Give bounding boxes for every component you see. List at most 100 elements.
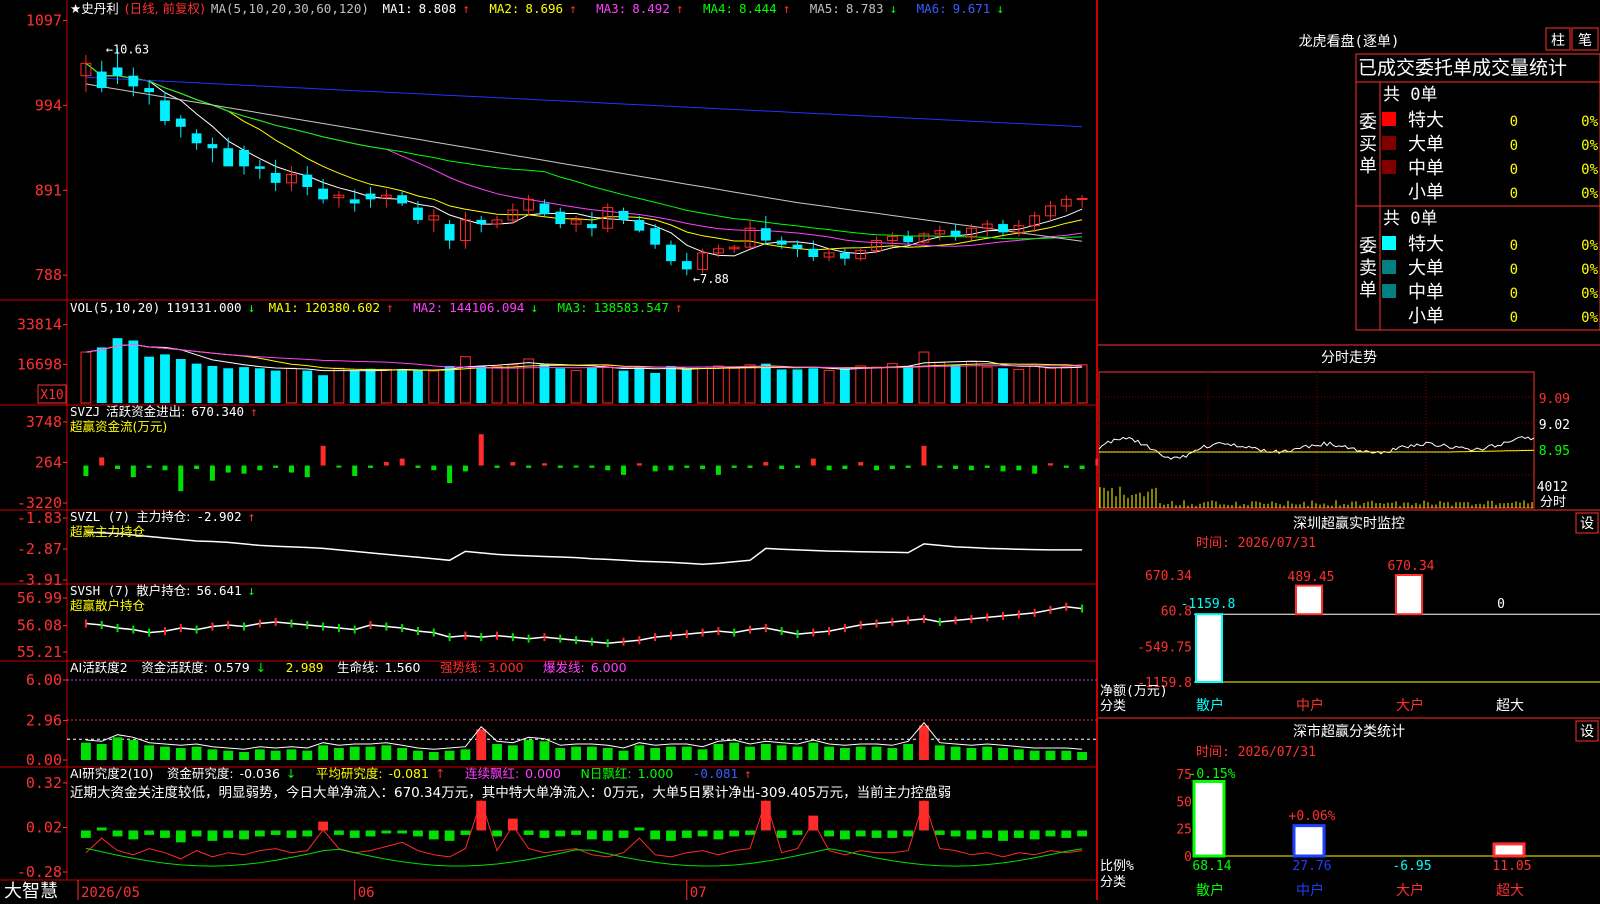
kline-svg[interactable]: 1097 994 891 788 ←10.63 ←7.88 33814 16698 X10 374… [0, 0, 1098, 900]
flow-bar [273, 466, 278, 468]
candle-down [318, 189, 328, 200]
vol-bar [935, 362, 945, 403]
monitor-val: -1159.8 [1181, 597, 1236, 612]
vol-bar [318, 375, 328, 403]
vol-bar [302, 371, 312, 403]
sell-label-char: 单 [1359, 280, 1377, 301]
research-bar [160, 830, 170, 837]
candle-down [793, 245, 803, 249]
research-bar [634, 828, 644, 831]
vol-bar [176, 359, 186, 403]
buy-row-count: 0 [1510, 186, 1518, 202]
vol-ma2-arrow: ↓ [530, 300, 538, 315]
ai2-research-arrow: ↓ [286, 766, 296, 781]
activity-bar [729, 743, 739, 760]
research-bar [97, 828, 107, 831]
research-bar [239, 830, 249, 839]
vol-bar [287, 368, 297, 403]
research-bar [524, 830, 534, 834]
flow-bar [985, 466, 990, 468]
flow-bar [653, 466, 658, 472]
buy-label-char: 委 [1359, 112, 1377, 133]
activity-bar [81, 743, 91, 760]
stats-val: 68.14 [1192, 859, 1231, 874]
vol-bar [729, 368, 739, 403]
main-chart-area[interactable]: 1097 994 891 788 ←10.63 ←7.88 33814 16698 X10 374… [0, 0, 1098, 900]
vol-bar [793, 369, 803, 403]
candle-down [777, 241, 787, 245]
vol-bar [856, 366, 866, 403]
research-bar [919, 801, 929, 831]
sell-row-label: 大单 [1408, 258, 1444, 279]
vol-bar [745, 365, 755, 403]
flow-bar [415, 466, 420, 468]
ai1-life-label: 生命线: [337, 660, 379, 675]
flow-bar [352, 466, 357, 476]
flow-bar [1080, 466, 1085, 469]
activity-bar [555, 748, 565, 760]
candle-down [397, 195, 407, 203]
activity-bar [223, 751, 233, 760]
y-tick-label: 788 [35, 266, 62, 284]
stats-time: 时间: 2026/07/31 [1196, 745, 1316, 760]
tab-zhu: 柱 [1551, 33, 1565, 49]
ai2-name: AI研究度2(10) [70, 766, 153, 781]
activity-bar [334, 748, 344, 760]
activity-bar [872, 747, 882, 760]
candle-down [998, 224, 1008, 232]
ma6-arrow: ↓ [996, 1, 1004, 16]
flow-bar [431, 466, 436, 471]
activity-bar [176, 748, 186, 760]
sell-row-count: 0 [1510, 238, 1518, 254]
svzl-subtitle: 超赢主力持仓 [70, 525, 145, 539]
stats-top-val: +0.06% [1289, 809, 1336, 824]
flow-bar [305, 466, 310, 478]
stats-cat: 超大 [1496, 883, 1524, 899]
vol-bar [113, 338, 123, 403]
research-bar [302, 830, 312, 836]
research-bar [745, 830, 755, 834]
flow-bar [842, 466, 847, 469]
research-bar [508, 819, 518, 831]
ai2-header: AI研究度2(10) 资金研究度: -0.036 ↓ 平均研究度: -0.081 ↑ 连… [70, 767, 764, 781]
buy-label-char: 单 [1359, 156, 1377, 177]
research-bar [397, 830, 407, 833]
activity-bar [413, 751, 423, 760]
intraday-ytick: 8.95 [1539, 444, 1570, 459]
stats-cat: 大户 [1396, 882, 1424, 899]
research-bar [176, 830, 186, 842]
research-bar [366, 830, 376, 836]
candle-down [350, 199, 360, 203]
ma2-value: 8.696 [525, 1, 563, 16]
candle-down [160, 100, 170, 121]
flow-bar [242, 466, 247, 474]
research-bar [603, 830, 613, 840]
research-bar [714, 830, 724, 839]
monitor-ylabel: 净额(万元) [1100, 684, 1168, 699]
candle-down [97, 72, 107, 88]
vol-bar [492, 366, 502, 403]
svzl-name: SVZL (7) [70, 509, 130, 524]
vol-bar [97, 347, 107, 403]
candle-down [302, 175, 312, 187]
candle-down [239, 150, 249, 166]
research-bar [571, 830, 581, 834]
activity-bar [445, 751, 455, 760]
ai1-header: AI活跃度2 资金活跃度: 0.579 ↓ 2.989 生命线: 1.560 强势线:… [70, 661, 639, 675]
flow-bar [827, 466, 832, 471]
period-label[interactable]: (日线, 前复权) [125, 1, 205, 16]
research-bar [192, 830, 202, 836]
research-bar [982, 830, 992, 837]
research-bar [1046, 830, 1056, 836]
y-tick-label: 16698 [17, 355, 62, 373]
buy-swatch [1382, 136, 1396, 150]
research-bar [144, 830, 154, 834]
side-panel: 龙虎看盘(逐单) 柱笔已成交委托单成交量统计委买单共 0单 特大 0 0% 大单 0 0% 中单… [1098, 0, 1600, 900]
vol-bar [824, 371, 834, 403]
sell-row-pct: 0% [1581, 310, 1598, 326]
stock-name[interactable]: ★史丹利 [70, 1, 119, 16]
svsh-header: SVSH (7) 散户持仓: 56.641 ↓ [70, 584, 261, 598]
activity-bar [714, 744, 724, 760]
svsh-arrow: ↓ [248, 583, 256, 598]
flow-bar [795, 466, 800, 468]
